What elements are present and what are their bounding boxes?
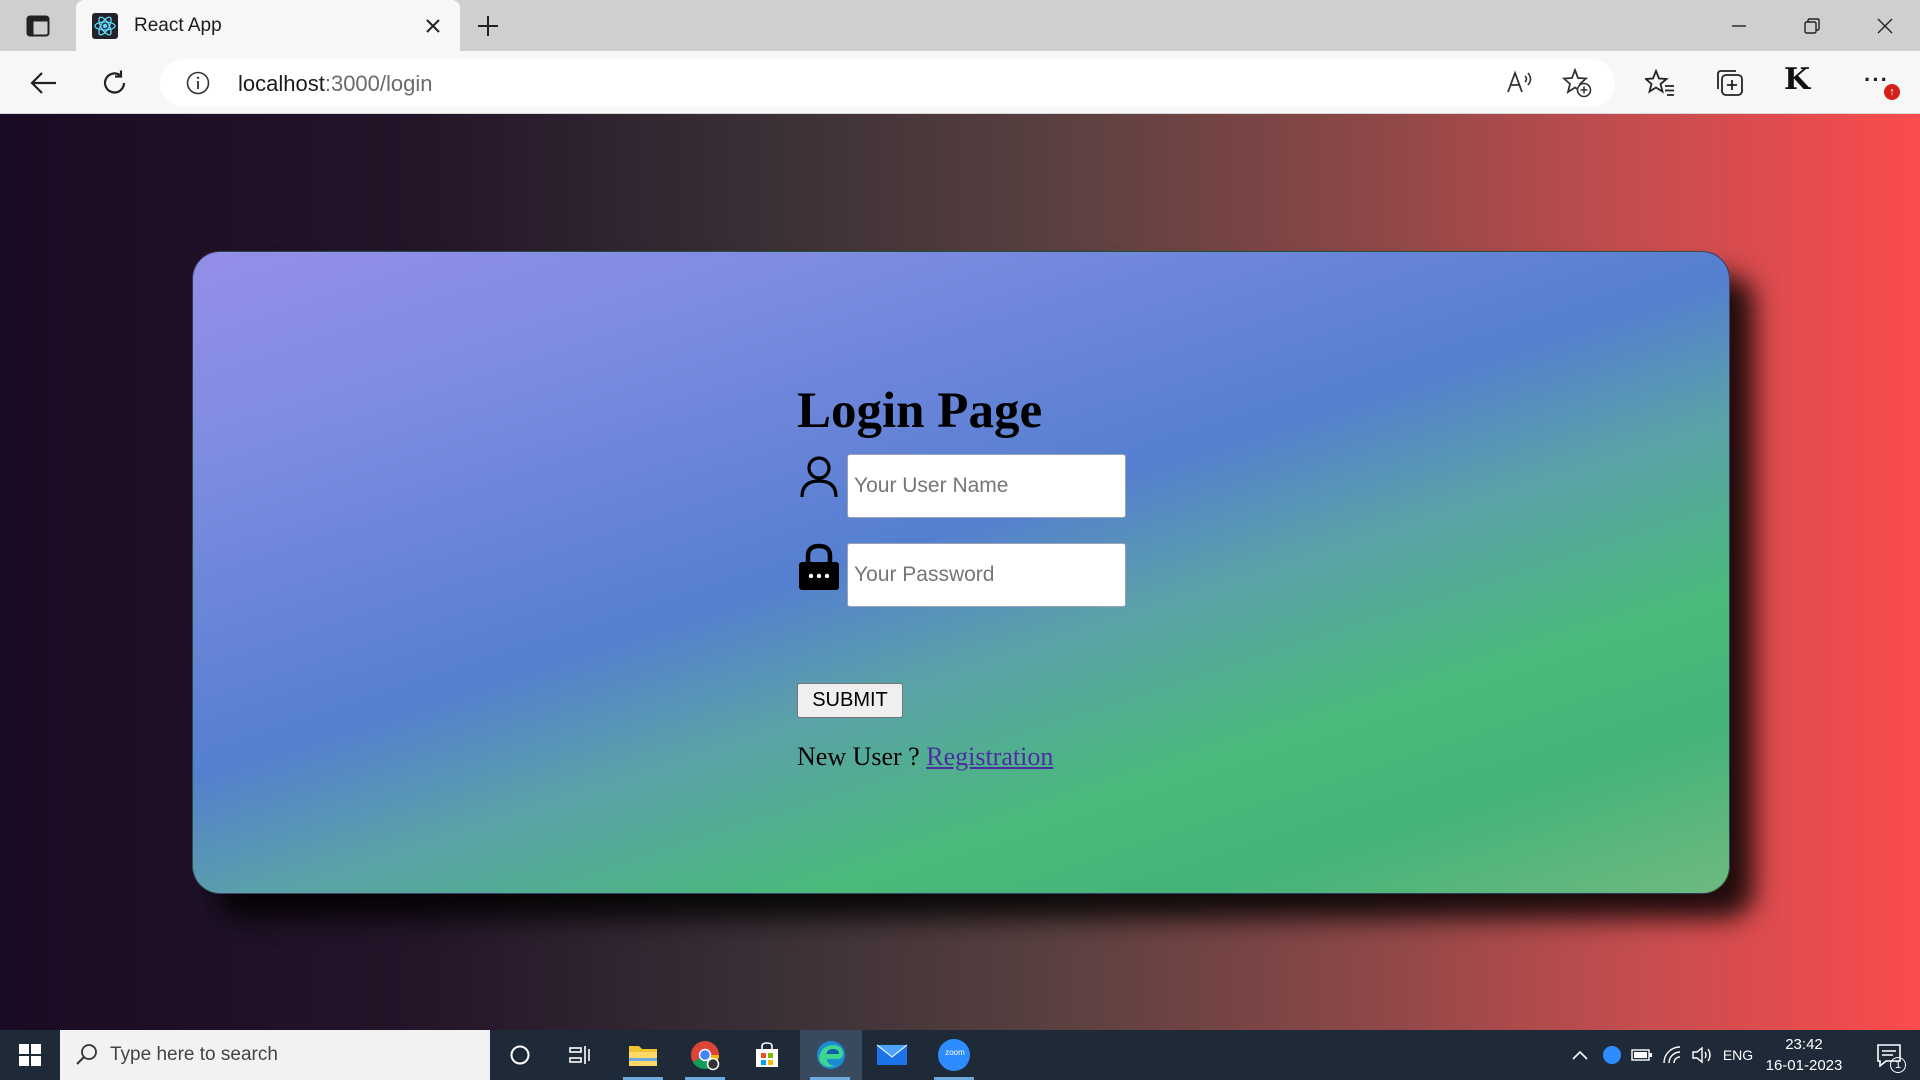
store-icon — [756, 1042, 778, 1067]
zoom-button[interactable]: zoom — [924, 1030, 984, 1080]
new-tab-button[interactable] — [472, 10, 504, 42]
profile-button[interactable]: K — [1784, 62, 1810, 97]
cortana-icon — [510, 1045, 530, 1065]
zoom-icon — [1603, 1046, 1621, 1064]
language-text: ENG — [1722, 1047, 1754, 1063]
login-card: Login Page SUBMIT New User ? Registratio… — [192, 251, 1730, 894]
chrome-icon — [691, 1041, 720, 1071]
battery-tray-icon[interactable] — [1628, 1030, 1656, 1080]
restore-icon — [1804, 18, 1820, 34]
volume-tray-icon[interactable] — [1688, 1030, 1716, 1080]
chevron-up-icon — [1572, 1050, 1588, 1060]
password-input[interactable] — [847, 543, 1126, 607]
clock-date: 16-01-2023 — [1765, 1057, 1843, 1074]
close-icon — [426, 19, 440, 33]
collections-button[interactable] — [1710, 63, 1750, 103]
submit-button[interactable]: SUBMIT — [797, 683, 903, 718]
update-badge: ↑ — [1884, 84, 1900, 100]
url-host: localhost — [238, 71, 325, 96]
favorites-icon — [1645, 69, 1674, 96]
battery-icon — [1631, 1049, 1652, 1061]
speaker-icon — [1692, 1046, 1711, 1064]
folder-icon — [629, 1046, 657, 1066]
task-view-icon — [569, 1046, 590, 1064]
minimize-button[interactable] — [1716, 8, 1762, 44]
search-icon — [76, 1044, 97, 1065]
registration-link[interactable]: Registration — [926, 742, 1053, 771]
edge-button[interactable] — [800, 1030, 862, 1080]
windows-logo-icon — [19, 1044, 41, 1066]
add-favorite-button[interactable] — [1562, 68, 1592, 98]
mail-icon — [876, 1044, 908, 1065]
minimize-icon — [1732, 25, 1746, 27]
settings-and-more-button[interactable]: ··· ↑ — [1860, 63, 1904, 103]
search-placeholder: Type here to search — [110, 1044, 278, 1065]
lock-icon — [797, 542, 841, 592]
info-icon[interactable] — [186, 71, 210, 95]
task-view-button[interactable] — [550, 1030, 610, 1080]
tab-actions-button[interactable] — [20, 12, 56, 40]
back-button[interactable] — [24, 63, 64, 103]
react-logo-icon — [92, 13, 118, 39]
zoom-label: zoom — [945, 1048, 965, 1057]
microsoft-store-button[interactable] — [737, 1030, 797, 1080]
mail-button[interactable] — [862, 1030, 922, 1080]
cortana-button[interactable] — [490, 1030, 550, 1080]
language-indicator[interactable]: ENG — [1718, 1030, 1758, 1080]
username-input[interactable] — [847, 454, 1126, 518]
browser-tab-bar: React App — [0, 0, 1920, 51]
restore-button[interactable] — [1789, 8, 1835, 44]
tab-close-button[interactable] — [420, 13, 446, 39]
user-icon — [797, 452, 841, 502]
new-user-text: New User ? — [797, 742, 927, 771]
read-aloud-icon — [1507, 70, 1532, 93]
url-path: :3000/login — [324, 71, 433, 96]
browser-toolbar: localhost:3000/login K ··· ↑ — [0, 51, 1920, 114]
address-bar[interactable]: localhost:3000/login — [160, 59, 1615, 107]
action-center-button[interactable]: 1 — [1864, 1030, 1914, 1080]
zoom-tray-icon[interactable] — [1598, 1030, 1626, 1080]
edge-icon — [817, 1041, 845, 1069]
clock-time: 23:42 — [1785, 1036, 1823, 1053]
tab-react-app[interactable]: React App — [76, 0, 460, 51]
url-text[interactable]: localhost:3000/login — [238, 71, 433, 97]
favorites-button[interactable] — [1640, 63, 1680, 103]
profile-initials: K — [1784, 62, 1810, 97]
new-user-prompt: New User ? Registration — [797, 742, 1053, 772]
close-icon — [1877, 18, 1893, 34]
start-button[interactable] — [0, 1030, 60, 1080]
back-arrow-icon — [30, 72, 56, 94]
page-viewport: Login Page SUBMIT New User ? Registratio… — [0, 114, 1920, 1030]
tab-actions-icon — [26, 15, 50, 37]
refresh-icon — [103, 70, 126, 94]
taskbar-clock[interactable]: 23:42 16-01-2023 — [1760, 1034, 1848, 1076]
add-favorite-icon — [1562, 68, 1592, 98]
refresh-button[interactable] — [95, 63, 135, 103]
collections-icon — [1717, 70, 1743, 96]
page-title: Login Page — [797, 383, 1043, 439]
file-explorer-button[interactable] — [613, 1030, 673, 1080]
tab-title: React App — [134, 15, 222, 36]
network-tray-icon[interactable] — [1658, 1030, 1686, 1080]
plus-icon — [478, 16, 498, 36]
read-aloud-button[interactable] — [1505, 68, 1535, 98]
close-window-button[interactable] — [1862, 8, 1908, 44]
show-hidden-icons-button[interactable] — [1568, 1030, 1592, 1080]
chrome-button[interactable] — [675, 1030, 735, 1080]
windows-taskbar: Type here to search zoom ENG 23:42 16-01… — [0, 1030, 1920, 1080]
taskbar-search-box[interactable]: Type here to search — [60, 1030, 490, 1080]
notification-count: 1 — [1890, 1057, 1906, 1073]
wifi-icon — [1663, 1046, 1681, 1064]
